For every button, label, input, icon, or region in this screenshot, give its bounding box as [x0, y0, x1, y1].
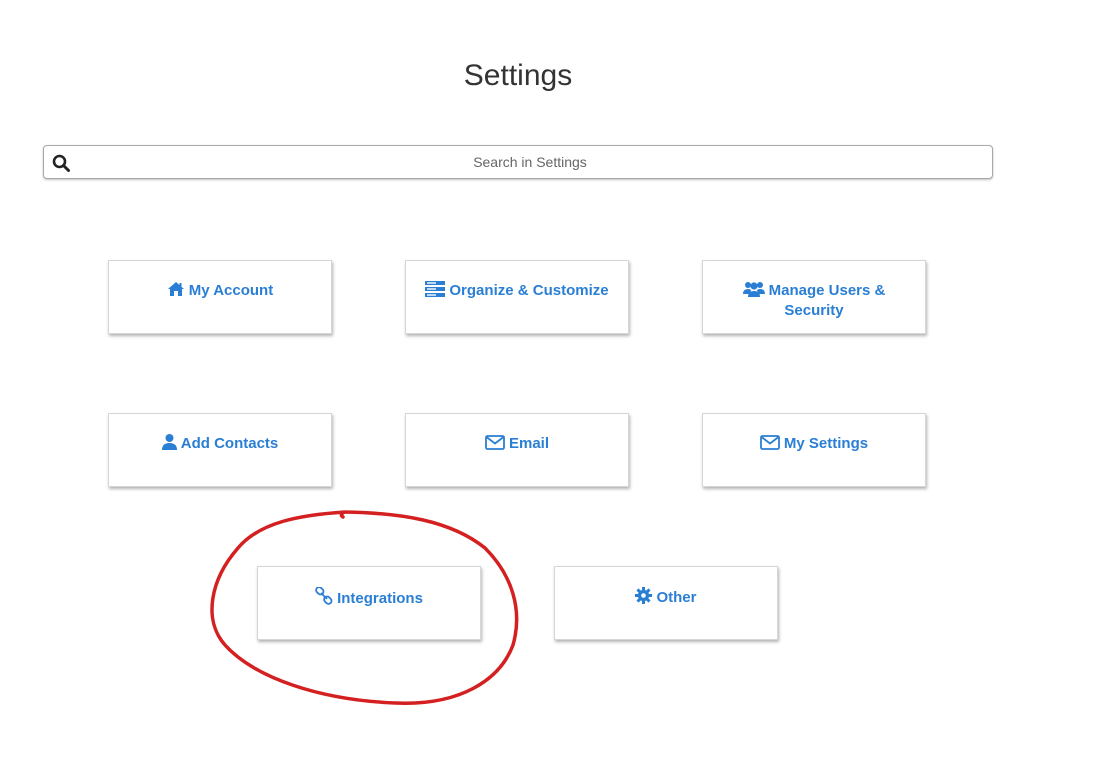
- card-label: Integrations: [337, 590, 423, 607]
- annotation-circle: [210, 510, 519, 705]
- search-icon[interactable]: [52, 154, 70, 172]
- link-icon: [315, 587, 333, 605]
- envelope-icon: [485, 435, 505, 450]
- card-label: Organize & Customize: [449, 282, 609, 299]
- card-my-account[interactable]: My Account: [108, 260, 332, 334]
- card-integrations[interactable]: Integrations: [257, 566, 481, 640]
- card-my-settings[interactable]: My Settings: [702, 413, 926, 487]
- card-organize-customize[interactable]: Organize & Customize: [405, 260, 629, 334]
- user-icon: [161, 434, 177, 450]
- card-label: My Account: [188, 282, 274, 299]
- users-icon: [742, 281, 765, 297]
- home-icon: [167, 281, 185, 297]
- server-icon: [425, 281, 446, 297]
- card-label: My Settings: [783, 435, 869, 452]
- gear-icon: [635, 587, 653, 604]
- card-label: Manage Users & Security: [768, 282, 886, 319]
- search-box[interactable]: [43, 145, 993, 179]
- card-other[interactable]: Other: [554, 566, 778, 640]
- card-label: Email: [508, 435, 550, 452]
- page-title: Settings: [463, 59, 573, 92]
- card-manage-users-security[interactable]: Manage Users & Security: [702, 260, 926, 334]
- card-label: Other: [656, 589, 697, 606]
- card-email[interactable]: Email: [405, 413, 629, 487]
- card-label: Add Contacts: [180, 435, 279, 452]
- search-input[interactable]: [78, 146, 982, 178]
- card-add-contacts[interactable]: Add Contacts: [108, 413, 332, 487]
- envelope-icon: [760, 435, 780, 450]
